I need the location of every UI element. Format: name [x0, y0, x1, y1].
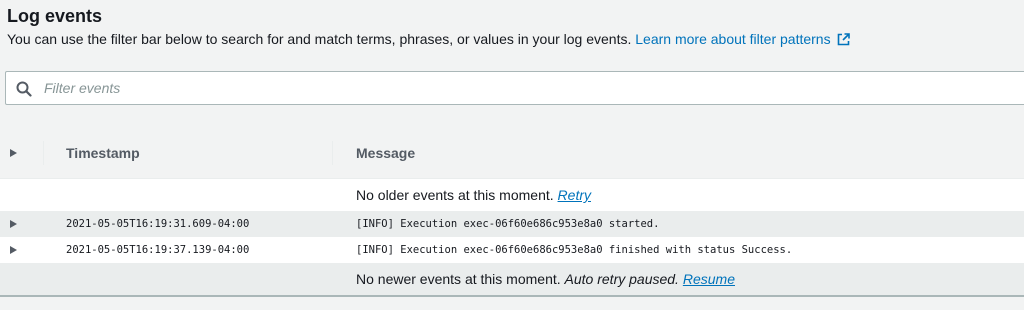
- table-row[interactable]: 2021-05-05T16:19:31.609-04:00 [INFO] Exe…: [0, 211, 1024, 237]
- column-header-timestamp[interactable]: Timestamp: [66, 128, 140, 178]
- external-link-icon: [837, 32, 850, 50]
- retry-link[interactable]: Retry: [558, 187, 591, 203]
- page-description: You can use the filter bar below to sear…: [7, 30, 1024, 50]
- expand-row-caret-icon[interactable]: [10, 246, 17, 254]
- filter-bar[interactable]: [5, 71, 1024, 105]
- resume-link[interactable]: Resume: [683, 271, 735, 287]
- search-icon: [16, 81, 32, 102]
- learn-more-label: Learn more about filter patterns: [635, 31, 831, 47]
- row-timestamp: 2021-05-05T16:19:37.139-04:00: [66, 244, 250, 256]
- older-notice-label: No older events at this moment.: [356, 187, 554, 203]
- row-message: [INFO] Execution exec-06f60e686c953e8a0 …: [356, 244, 793, 256]
- column-header-message[interactable]: Message: [356, 128, 415, 178]
- newer-notice-label: No newer events at this moment.: [356, 271, 561, 287]
- description-text: You can use the filter bar below to sear…: [7, 31, 632, 47]
- older-events-text: No older events at this moment. Retry: [356, 179, 591, 211]
- older-events-notice: No older events at this moment. Retry: [0, 179, 1024, 211]
- row-message: [INFO] Execution exec-06f60e686c953e8a0 …: [356, 218, 660, 230]
- table-bottom-border: [0, 295, 1024, 297]
- table-header: Timestamp Message: [0, 128, 1024, 179]
- expand-all-caret-icon[interactable]: [10, 149, 17, 157]
- filter-events-input[interactable]: [44, 72, 1004, 104]
- column-divider: [43, 141, 44, 165]
- log-events-table: Timestamp Message No older events at thi…: [0, 128, 1024, 295]
- table-row[interactable]: 2021-05-05T16:19:37.139-04:00 [INFO] Exe…: [0, 237, 1024, 263]
- learn-more-link[interactable]: Learn more about filter patterns: [635, 31, 850, 50]
- newer-events-text: No newer events at this moment. Auto ret…: [356, 263, 735, 295]
- row-timestamp: 2021-05-05T16:19:31.609-04:00: [66, 218, 250, 230]
- newer-events-notice: No newer events at this moment. Auto ret…: [0, 263, 1024, 295]
- expand-row-caret-icon[interactable]: [10, 220, 17, 228]
- column-divider: [332, 141, 333, 165]
- page-title: Log events: [7, 6, 103, 26]
- auto-retry-paused-label: Auto retry paused.: [564, 271, 679, 287]
- log-events-header: Log events You can use the filter bar be…: [7, 4, 1024, 50]
